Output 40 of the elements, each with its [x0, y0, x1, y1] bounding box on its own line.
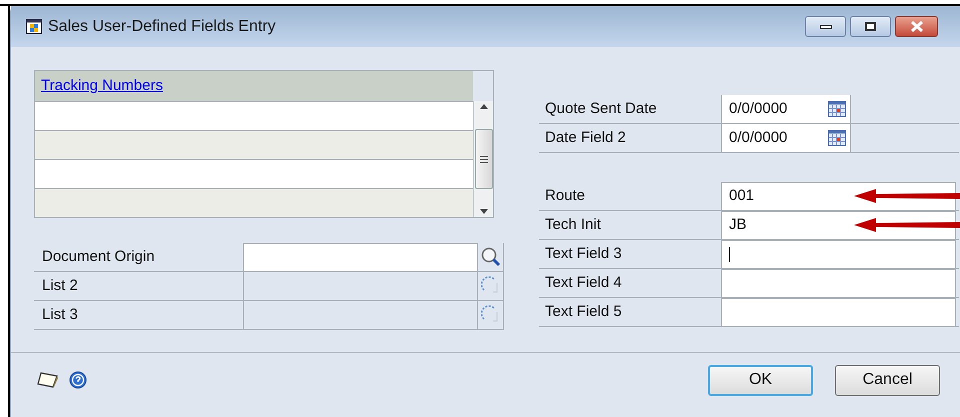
date-field[interactable]: 0/0/0000: [721, 95, 851, 123]
text-field[interactable]: [721, 240, 956, 268]
field-value: JB: [729, 215, 747, 236]
field-label: Tech Init: [544, 214, 602, 235]
calendar-icon[interactable]: [828, 130, 846, 146]
scroll-up-icon[interactable]: [480, 104, 488, 109]
field-label: List 2: [41, 276, 79, 296]
window-icon: [26, 19, 42, 34]
field-label: Text Field 3: [544, 244, 623, 264]
field-label: Text Field 4: [544, 272, 623, 293]
maximize-button[interactable]: [850, 16, 891, 37]
note-icon[interactable]: [37, 372, 59, 388]
text-field[interactable]: [721, 298, 956, 326]
field-label: Route: [544, 186, 586, 206]
lookup-field[interactable]: [243, 243, 477, 271]
field-label: List 3: [41, 304, 79, 325]
field-label: Date Field 2: [544, 128, 627, 148]
search-icon[interactable]: [480, 247, 500, 267]
field-value: 001: [729, 186, 754, 206]
field-label: Document Origin: [41, 246, 156, 267]
column-header-link[interactable]: Tracking Numbers: [41, 74, 163, 98]
close-button[interactable]: [895, 16, 938, 37]
scrollbar[interactable]: [473, 101, 493, 217]
help-icon[interactable]: [69, 371, 87, 389]
date-value: 0/0/0000: [729, 128, 788, 148]
text-field[interactable]: 001: [721, 182, 956, 210]
date-field[interactable]: 0/0/0000: [721, 124, 851, 152]
field-label: Quote Sent Date: [544, 98, 658, 119]
minimize-button[interactable]: [805, 16, 846, 37]
ok-button[interactable]: OK: [708, 364, 813, 396]
close-icon: [910, 21, 924, 32]
calendar-icon[interactable]: [828, 101, 846, 117]
text-field[interactable]: JB: [721, 211, 956, 239]
scroll-down-icon[interactable]: [480, 209, 488, 214]
date-value: 0/0/0000: [729, 98, 788, 119]
text-field[interactable]: [721, 269, 956, 297]
scroll-thumb[interactable]: [474, 129, 492, 189]
cancel-button[interactable]: Cancel: [835, 364, 940, 396]
field-label: Text Field 5: [544, 302, 623, 322]
window-title: Sales User-Defined Fields Entry: [48, 16, 276, 36]
